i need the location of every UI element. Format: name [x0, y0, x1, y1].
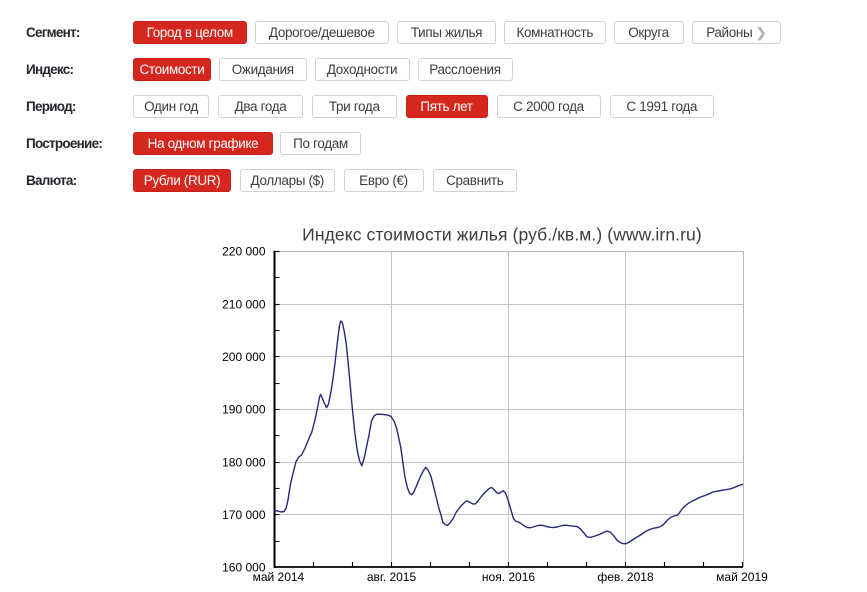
- svg-text:Индекс стоимости жилья (руб./к: Индекс стоимости жилья (руб./кв.м.) (www…: [302, 225, 702, 245]
- svg-text:200 000: 200 000: [222, 350, 266, 364]
- svg-text:220 000: 220 000: [222, 245, 266, 259]
- svg-text:170 000: 170 000: [222, 508, 266, 522]
- svg-text:210 000: 210 000: [222, 297, 266, 311]
- svg-text:фев. 2018: фев. 2018: [597, 570, 654, 584]
- svg-text:авг. 2015: авг. 2015: [367, 570, 417, 584]
- svg-text:180 000: 180 000: [222, 455, 266, 469]
- svg-text:190 000: 190 000: [222, 403, 266, 417]
- svg-text:ноя. 2016: ноя. 2016: [482, 570, 535, 584]
- svg-text:май 2019: май 2019: [716, 570, 768, 584]
- svg-text:май 2014: май 2014: [253, 570, 305, 584]
